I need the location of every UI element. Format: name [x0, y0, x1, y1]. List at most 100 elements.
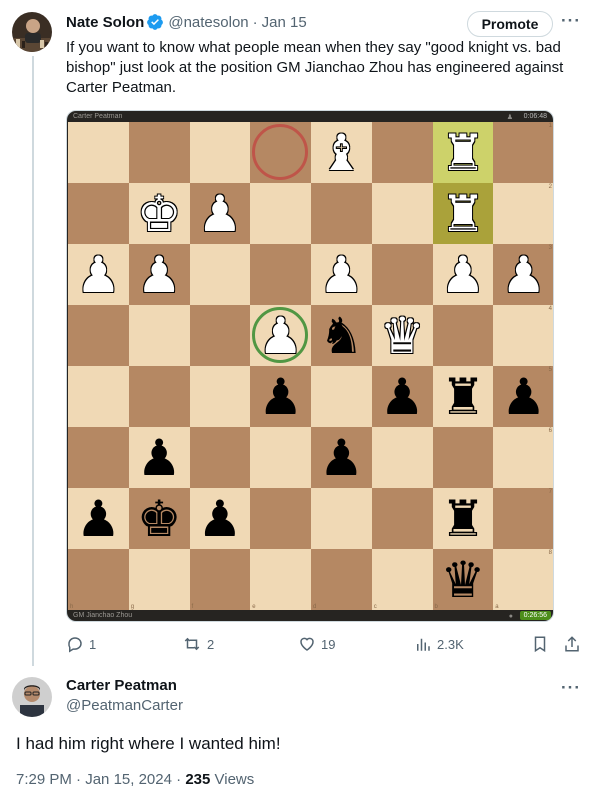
square-e1	[250, 122, 311, 183]
reply-more-button[interactable]: ···	[561, 678, 581, 698]
square-h8: h	[68, 549, 129, 610]
square-f6	[189, 427, 251, 488]
promote-button[interactable]: Promote	[467, 11, 553, 37]
reply-button[interactable]: 1	[66, 633, 96, 655]
white-pawn-icon: ♟	[501, 245, 547, 304]
square-c2	[371, 183, 433, 244]
black-pawn-icon: ♟	[501, 367, 547, 426]
square-b3: ♟	[432, 244, 494, 305]
bookmark-button[interactable]	[531, 633, 549, 655]
square-c6	[371, 427, 433, 488]
tweet-header: Nate Solon @natesolon · Jan 15	[66, 12, 307, 32]
rank-label: 5	[548, 367, 552, 373]
square-f2: ♟	[189, 183, 251, 244]
reply-count: 1	[89, 636, 97, 652]
square-e3	[250, 244, 311, 305]
rank-label: 6	[548, 428, 552, 434]
chess-board-image[interactable]: Carter Peatman ♟ 0:06:48 ♝ ♜ 1 ♚ ♟ ♜ 2 ♟ ♟ ♟ ♟ 3 ♟ ♟ ♞…	[66, 110, 554, 622]
share-button[interactable]	[563, 633, 581, 655]
black-knight-icon: ♞	[318, 306, 364, 365]
carter-peatman-avatar[interactable]	[12, 677, 52, 717]
square-g7: ♚	[128, 488, 190, 549]
white-queen-icon: ♛	[379, 306, 425, 365]
black-queen-icon: ♛	[440, 550, 486, 609]
author-name[interactable]: Nate Solon	[66, 14, 144, 31]
reply-time[interactable]: 7:29 PM	[16, 771, 72, 788]
square-e8: e	[250, 549, 311, 610]
tweet-date[interactable]: Jan 15	[262, 14, 307, 31]
square-g2: ♚	[128, 183, 190, 244]
chess-board: ♝ ♜ 1 ♚ ♟ ♜ 2 ♟ ♟ ♟ ♟ 3 ♟ ♟ ♞ ♛ 4 ♟ ♟ ♜ 5 ♟ ♟ ♟ 6 ♟ ♚ ♟ ♜ 7 h g f e d c b ♛ 8 a	[68, 122, 553, 610]
black-pawn-icon: ♟	[258, 367, 304, 426]
reply-meta: 7:29 PM · Jan 15, 2024 · 235 Views	[16, 771, 254, 788]
white-pawn-icon: ♟	[197, 184, 243, 243]
square-c7	[371, 488, 433, 549]
square-d5	[311, 366, 372, 427]
square-f1	[189, 122, 251, 183]
square-g6: ♟	[128, 427, 190, 488]
square-b2: ♜	[432, 183, 494, 244]
square-a1: 1	[493, 122, 553, 183]
square-e6	[250, 427, 311, 488]
black-pawn-icon: ♟	[379, 367, 425, 426]
square-b4	[432, 305, 494, 366]
square-b6	[432, 427, 494, 488]
black-rook-icon: ♜	[440, 367, 486, 426]
square-g3: ♟	[128, 244, 190, 305]
square-a2: 2	[493, 183, 553, 244]
bottom-player-bar: GM Jianchao Zhou ● 0:26:56	[67, 610, 553, 621]
black-rook-icon: ♜	[440, 489, 486, 548]
square-highlight-ring	[252, 307, 309, 363]
square-h2	[68, 183, 129, 244]
black-pawn-icon: ♟	[197, 489, 243, 548]
like-button[interactable]: 19	[298, 633, 335, 655]
chat-icon: ●	[508, 613, 513, 620]
square-g1	[128, 122, 190, 183]
rank-label: 4	[548, 306, 552, 312]
square-f7: ♟	[189, 488, 251, 549]
square-a4: 4	[493, 305, 553, 366]
bottom-player-name: GM Jianchao Zhou	[73, 612, 133, 619]
rank-label: 7	[548, 489, 552, 495]
square-d4: ♞	[311, 305, 372, 366]
square-e4: ♟	[250, 305, 311, 366]
square-g4	[128, 305, 190, 366]
verified-badge-icon	[147, 14, 164, 30]
white-bishop-icon: ♝	[318, 123, 364, 182]
reply-date[interactable]: Jan 15, 2024	[85, 771, 172, 788]
author-handle[interactable]: @natesolon	[168, 14, 248, 31]
square-h4	[68, 305, 129, 366]
square-c4: ♛	[371, 305, 433, 366]
like-count: 19	[321, 636, 336, 652]
reply-author-name[interactable]: Carter Peatman	[66, 677, 177, 694]
square-e7	[250, 488, 311, 549]
square-b8: b ♛	[432, 549, 494, 610]
square-d6: ♟	[311, 427, 372, 488]
square-c5: ♟	[371, 366, 433, 427]
square-b1: ♜	[432, 122, 494, 183]
square-c1	[371, 122, 433, 183]
square-a3: 3 ♟	[493, 244, 553, 305]
nate-solon-avatar[interactable]	[12, 12, 52, 52]
tweet-more-button[interactable]: ···	[561, 11, 581, 31]
views-count: 2.3K	[437, 636, 464, 652]
rank-label: 8	[548, 550, 552, 556]
black-king-icon: ♚	[136, 489, 182, 548]
repost-button[interactable]: 2	[182, 633, 214, 655]
square-a6: 6	[493, 427, 553, 488]
square-c3	[371, 244, 433, 305]
square-h7: ♟	[68, 488, 129, 549]
black-pawn-icon: ♟	[318, 428, 364, 487]
square-a8: 8a	[493, 549, 553, 610]
square-c8: c	[371, 549, 433, 610]
reply-author-handle[interactable]: @PeatmanCarter	[66, 697, 183, 714]
reply-text: I had him right where I wanted him!	[16, 734, 281, 753]
top-player-name: Carter Peatman	[73, 113, 123, 120]
repost-icon	[184, 637, 200, 651]
white-rook-icon: ♜	[440, 184, 486, 243]
black-pawn-icon: ♟	[75, 489, 121, 548]
white-pawn-icon: ♟	[136, 245, 182, 304]
views-button[interactable]: 2.3K	[414, 633, 464, 655]
thread-connector-line	[32, 56, 34, 666]
square-highlight-ring	[252, 124, 309, 180]
